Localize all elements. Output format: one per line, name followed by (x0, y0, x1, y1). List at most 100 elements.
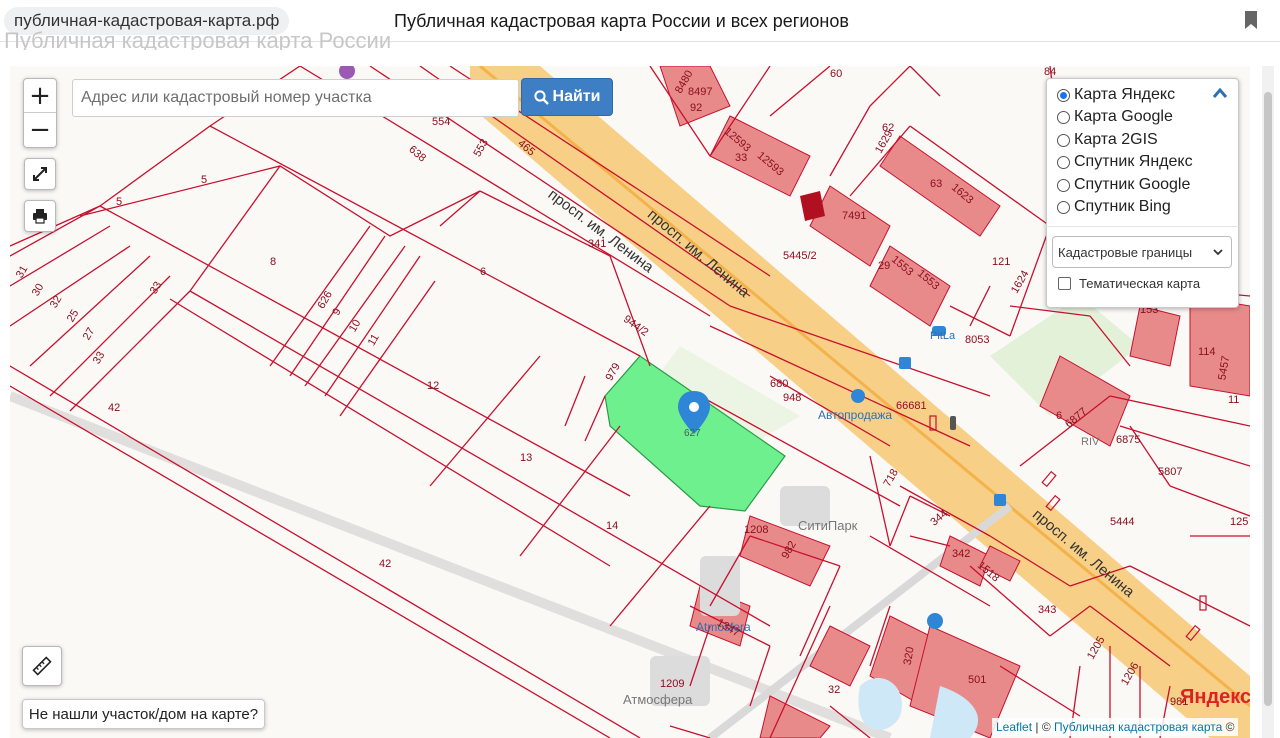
parcel-number: 1624 (1008, 268, 1032, 296)
thematic-map-toggle[interactable]: Тематическая карта (1058, 274, 1200, 292)
ghost-heading: Публичная кадастровая карта России (4, 30, 392, 50)
layer-option-google-satellite[interactable]: Спутник Google (1057, 174, 1190, 196)
parcel-number: 1347 (714, 616, 742, 640)
parcel-number: 33 (147, 279, 165, 297)
ruler-button[interactable] (22, 646, 62, 686)
parcel-number: 33 (735, 152, 748, 164)
checkbox[interactable] (1058, 276, 1071, 290)
parcel-number: 979 (603, 361, 623, 383)
search-input[interactable] (72, 79, 519, 117)
parcel-number: 5457 (1216, 354, 1233, 382)
attribution-tail: © (1222, 720, 1235, 734)
parcel-number: 6 (1056, 410, 1063, 422)
layer-option-label: Карта 2GIS (1074, 131, 1158, 148)
parcel-number: 1623 (949, 181, 976, 207)
print-button[interactable] (24, 200, 56, 232)
parcel-number: 13 (520, 452, 533, 464)
zoom-control: + − (23, 78, 57, 148)
zoom-out-button[interactable]: − (24, 113, 56, 147)
layer-option-yandex-satellite[interactable]: Спутник Яндекс (1057, 151, 1193, 173)
parcel-number: 8497 (688, 86, 713, 98)
parcel-number: 554 (432, 116, 451, 128)
parcel-number: 10 (346, 317, 364, 335)
parcel-number: 42 (379, 558, 392, 570)
yandex-logo: Яндекс (1180, 686, 1250, 708)
parcel-number: 1208 (744, 524, 769, 536)
not-found-button[interactable]: Не нашли участок/дом на карте? (22, 699, 265, 729)
parcel-number: 465 (515, 137, 538, 159)
ruler-icon (32, 656, 52, 676)
radio-icon[interactable] (1057, 155, 1070, 169)
radio-icon[interactable] (1057, 88, 1070, 102)
fullscreen-button[interactable] (24, 158, 56, 190)
parcel-number: 718 (881, 467, 901, 489)
parcel-number: 12593 (721, 125, 753, 155)
parcel-number: 1553 (915, 267, 942, 293)
page-title: Публичная кадастровая карта России и все… (394, 11, 849, 31)
layer-option-google-map[interactable]: Карта Google (1057, 106, 1173, 128)
parcel-number: 1205 (1084, 634, 1108, 662)
layer-option-yandex-map[interactable]: Карта Яндекс (1057, 84, 1175, 106)
parcel-number: 12593 (754, 149, 786, 179)
layer-option-label: Спутник Google (1074, 176, 1191, 193)
bookmark-icon[interactable] (1244, 11, 1258, 29)
parcel-number: 553 (471, 137, 491, 159)
parcel-number: 5445/2 (783, 250, 817, 262)
overlay-select-value: Кадастровые границы (1058, 244, 1193, 260)
zoom-in-button[interactable]: + (24, 79, 56, 113)
source-link[interactable]: Публичная кадастровая карта (1054, 720, 1222, 734)
radio-icon[interactable] (1057, 110, 1070, 124)
parcel-number: 12 (427, 380, 440, 392)
parcel-number: 63 (930, 178, 943, 190)
parcel-number: 638 (406, 143, 429, 165)
parcel-number: 344 (928, 507, 951, 529)
parcel-number: 14 (606, 520, 619, 532)
parcel-number: 1206 (1118, 660, 1142, 688)
parcel-number: 6 (480, 266, 487, 278)
chevron-up-icon[interactable] (1212, 86, 1228, 100)
overlay-select[interactable]: Кадастровые границы (1052, 236, 1232, 268)
panel-divider (1046, 226, 1239, 227)
layer-option-label: Карта Google (1074, 108, 1173, 125)
layer-option-bing-satellite[interactable]: Спутник Bing (1057, 196, 1171, 218)
parcel-number: 5807 (1158, 466, 1183, 478)
radio-icon[interactable] (1057, 178, 1070, 192)
parcel-number: 501 (968, 674, 987, 686)
parcel-number: 32 (828, 684, 841, 696)
parcel-number: 11 (365, 332, 382, 348)
parcel-number: 948 (783, 392, 802, 404)
scrollbar-thumb[interactable] (1264, 92, 1272, 706)
search-button-label: Найти (552, 88, 601, 105)
parcel-number: 31 (13, 263, 31, 281)
parcel-number: 25 (64, 307, 82, 325)
layer-option-label: Спутник Bing (1074, 198, 1171, 215)
radio-icon[interactable] (1057, 133, 1070, 147)
expand-icon (33, 167, 47, 181)
parcel-number: 84 (1044, 66, 1057, 78)
search-button[interactable]: Найти (521, 78, 613, 116)
parcel-number: 944/2 (621, 313, 651, 339)
leaflet-link[interactable]: Leaflet (996, 720, 1032, 734)
parcel-number: 6877 (1063, 405, 1090, 431)
parcel-number: 125 (1230, 516, 1249, 528)
parcel-number: 982 (779, 539, 799, 561)
parcel-number: 32 (47, 293, 65, 311)
layer-option-2gis-map[interactable]: Карта 2GIS (1057, 129, 1158, 151)
parcel-number: 114 (1198, 346, 1216, 358)
parcel-number: 30 (29, 281, 47, 299)
parcel-number: 320 (901, 645, 917, 667)
parcel-number: 5444 (1110, 516, 1135, 528)
parcel-number: 66681 (896, 400, 927, 412)
chevron-down-icon (1213, 249, 1223, 256)
parcel-number: 7491 (842, 210, 867, 222)
parcel-number: 343 (1038, 604, 1057, 616)
parcel-number: 1553 (889, 253, 916, 279)
parcel-number: 92 (690, 102, 703, 114)
printer-icon (33, 209, 47, 224)
radio-icon[interactable] (1057, 200, 1070, 214)
layer-option-label: Спутник Яндекс (1074, 153, 1193, 170)
parcel-number: 33 (90, 349, 108, 367)
parcel-number: 680 (770, 378, 789, 390)
thematic-map-label: Тематическая карта (1079, 275, 1201, 291)
parcel-number: 8053 (965, 334, 990, 346)
